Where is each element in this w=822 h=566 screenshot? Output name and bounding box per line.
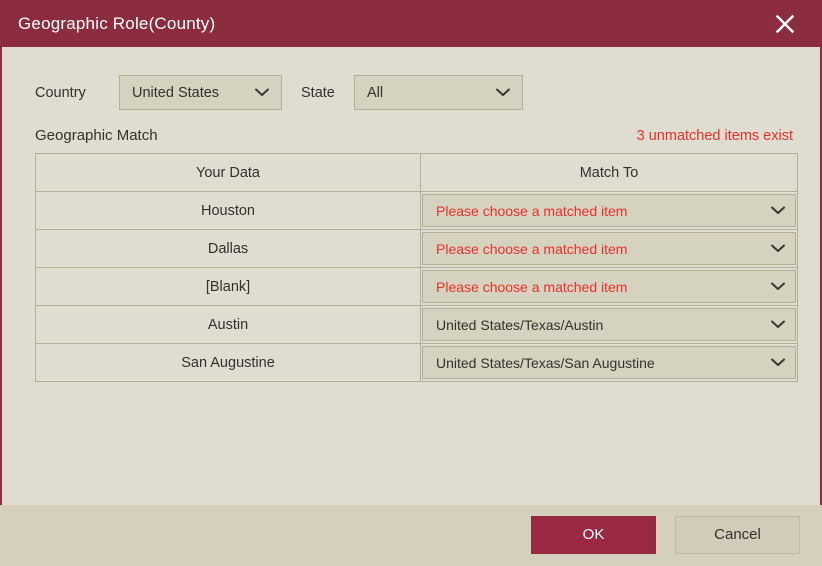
dialog-title: Geographic Role(County): [18, 13, 216, 33]
cell-match-to: Please choose a matched item: [420, 267, 798, 306]
table-row: Dallas Please choose a matched item: [35, 229, 798, 268]
dialog-body: Country United States State All Geograph…: [2, 47, 820, 505]
match-select-value: United States/Texas/Austin: [436, 316, 604, 333]
geographic-role-dialog: Geographic Role(County) Country United S…: [0, 0, 822, 566]
match-select[interactable]: United States/Texas/San Augustine: [422, 346, 796, 379]
match-select-value: Please choose a matched item: [436, 278, 628, 295]
header-your-data: Your Data: [35, 153, 421, 192]
cell-match-to: Please choose a matched item: [420, 229, 798, 268]
cell-match-to: Please choose a matched item: [420, 191, 798, 230]
country-label: Country: [35, 84, 86, 101]
match-select-value: United States/Texas/San Augustine: [436, 354, 655, 371]
match-table-wrapper: Your Data Match To Houston Please choose…: [35, 153, 798, 382]
dialog-title-bar: Geographic Role(County): [0, 0, 822, 47]
country-select[interactable]: United States: [119, 75, 282, 110]
dialog-footer: OK Cancel: [0, 505, 822, 566]
table-row: Austin United States/Texas/Austin: [35, 305, 798, 344]
header-match-to: Match To: [420, 153, 798, 192]
chevron-down-icon: [771, 358, 785, 367]
cell-match-to: United States/Texas/San Augustine: [420, 343, 798, 382]
match-select[interactable]: Please choose a matched item: [422, 194, 796, 227]
chevron-down-icon: [771, 206, 785, 215]
table-row: [Blank] Please choose a matched item: [35, 267, 798, 306]
section-row: Geographic Match 3 unmatched items exist: [2, 110, 820, 144]
chevron-down-icon: [771, 244, 785, 253]
chevron-down-icon: [771, 320, 785, 329]
close-icon[interactable]: [770, 9, 800, 39]
ok-button[interactable]: OK: [531, 515, 656, 554]
cell-your-data: Houston: [35, 191, 421, 230]
state-select-value: All: [367, 84, 384, 101]
unmatched-status-text: 3 unmatched items exist: [636, 128, 793, 144]
match-select-value: Please choose a matched item: [436, 240, 628, 257]
chevron-down-icon: [496, 88, 510, 97]
chevron-down-icon: [771, 282, 785, 291]
cell-your-data: Austin: [35, 305, 421, 344]
state-label: State: [301, 84, 335, 101]
state-select[interactable]: All: [354, 75, 523, 110]
cell-match-to: United States/Texas/Austin: [420, 305, 798, 344]
section-title: Geographic Match: [35, 127, 158, 144]
match-select-value: Please choose a matched item: [436, 202, 628, 219]
geographic-match-table: Your Data Match To Houston Please choose…: [35, 153, 798, 382]
cell-your-data: Dallas: [35, 229, 421, 268]
table-body: Houston Please choose a matched item Dal…: [35, 191, 798, 382]
cell-your-data: [Blank]: [35, 267, 421, 306]
match-select[interactable]: Please choose a matched item: [422, 270, 796, 303]
cancel-button[interactable]: Cancel: [675, 515, 800, 554]
filter-row: Country United States State All: [2, 47, 820, 110]
chevron-down-icon: [255, 88, 269, 97]
match-select[interactable]: Please choose a matched item: [422, 232, 796, 265]
table-row: Houston Please choose a matched item: [35, 191, 798, 230]
country-select-value: United States: [132, 84, 220, 101]
table-row: San Augustine United States/Texas/San Au…: [35, 343, 798, 382]
table-header-row: Your Data Match To: [35, 153, 798, 192]
match-select[interactable]: United States/Texas/Austin: [422, 308, 796, 341]
cell-your-data: San Augustine: [35, 343, 421, 382]
